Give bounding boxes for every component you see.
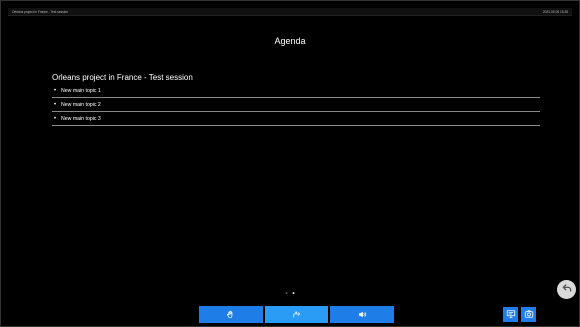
- camera-icon: [524, 306, 534, 324]
- window-border: [0, 0, 580, 327]
- page-title: Agenda: [274, 36, 306, 46]
- voting-icon: [292, 307, 301, 322]
- bullet-icon: •: [54, 115, 57, 122]
- agenda-topic-label: New main topic 3: [61, 115, 101, 122]
- volume-button[interactable]: [330, 306, 395, 323]
- request-to-speak-button[interactable]: [199, 306, 263, 323]
- speaker-icon: [358, 307, 367, 322]
- agenda-topic-label: New main topic 1: [61, 87, 101, 94]
- back-button[interactable]: [557, 280, 576, 299]
- top-status-bar: Orleans project in France - Test session…: [8, 8, 572, 16]
- screen-icon: [506, 306, 516, 324]
- agenda-topic-3[interactable]: • New main topic 3: [52, 112, 540, 126]
- timestamp: 2023-09-05 15:25: [542, 9, 568, 14]
- hand-raise-icon: [226, 307, 235, 322]
- session-title: Orleans project in France - Test session: [12, 9, 69, 14]
- right-button-group: [503, 307, 536, 322]
- agenda-topic-1[interactable]: • New main topic 1: [52, 84, 540, 98]
- voting-button[interactable]: [264, 306, 329, 323]
- agenda-panel: Orleans project in France - Test session…: [52, 73, 540, 126]
- camera-button[interactable]: [521, 307, 536, 322]
- bullet-icon: •: [54, 87, 57, 94]
- page-indicator: [285, 292, 295, 294]
- bullet-icon: •: [54, 101, 57, 108]
- agenda-topic-label: New main topic 2: [61, 101, 101, 108]
- project-title: Orleans project in France - Test session: [52, 73, 193, 82]
- app-window: Orleans project in France - Test session…: [0, 0, 580, 327]
- screen-share-button[interactable]: [503, 307, 518, 322]
- bottom-toolbar: [199, 306, 395, 323]
- back-arrow-icon: [561, 281, 573, 299]
- agenda-topic-2[interactable]: • New main topic 2: [52, 98, 540, 112]
- page-dot-1[interactable]: [285, 292, 288, 294]
- page-dot-2[interactable]: [292, 292, 295, 294]
